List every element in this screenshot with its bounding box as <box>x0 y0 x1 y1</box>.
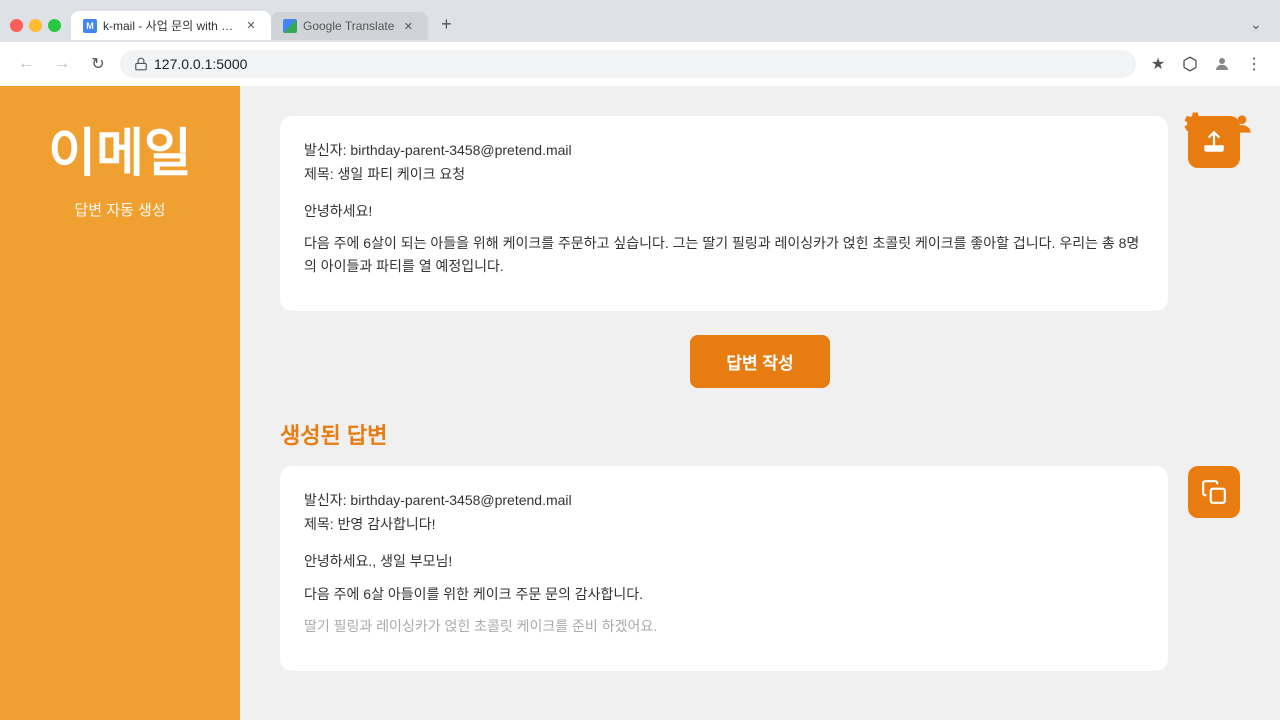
bookmark-button[interactable]: ★ <box>1144 50 1172 78</box>
close-window-button[interactable] <box>10 19 23 32</box>
address-text: 127.0.0.1:5000 <box>154 56 247 72</box>
copy-btn-wrapper <box>1188 466 1240 518</box>
browser-menu-button[interactable]: ⋮ <box>1240 50 1268 78</box>
title-bar: M k-mail - 사업 문의 with Google... ✕ Google… <box>0 0 1280 42</box>
main-content: 발신자: birthday-parent-3458@pretend.mail 제… <box>240 86 1280 720</box>
generated-section-title: 생성된 답변 <box>280 418 1240 450</box>
email-body: 안녕하세요! 다음 주에 6살이 되는 아들을 위해 케이크를 주문하고 싶습니… <box>304 200 1144 277</box>
google-translate-favicon <box>283 19 297 33</box>
address-actions: ★ ⋮ <box>1144 50 1268 78</box>
reply-greeting: 안녕하세요., 생일 부모님! <box>304 550 1144 572</box>
sidebar-subtitle: 답변 자동 생성 <box>74 199 165 220</box>
new-tab-button[interactable]: + <box>432 10 460 38</box>
top-right-icons <box>1178 106 1260 142</box>
generate-button[interactable]: 답변 작성 <box>690 335 829 388</box>
email-greeting: 안녕하세요! <box>304 200 1144 222</box>
tab-mail-title: k-mail - 사업 문의 with Google... <box>103 17 237 34</box>
email-sender-line: 발신자: birthday-parent-3458@pretend.mail <box>304 140 1144 160</box>
settings-button[interactable] <box>1178 106 1214 142</box>
reply-sender-line: 발신자: birthday-parent-3458@pretend.mail <box>304 490 1144 510</box>
user-profile-button[interactable] <box>1208 50 1236 78</box>
email-input-section: 발신자: birthday-parent-3458@pretend.mail 제… <box>280 116 1240 311</box>
tab-translate-close[interactable]: ✕ <box>400 18 416 34</box>
sidebar: 이메일 답변 자동 생성 <box>0 86 240 720</box>
forward-button[interactable]: → <box>48 50 76 78</box>
email-input-card: 발신자: birthday-parent-3458@pretend.mail 제… <box>280 116 1168 311</box>
reply-body: 안녕하세요., 생일 부모님! 다음 주에 6살 아들이를 위한 케이크 주문 … <box>304 550 1144 637</box>
reply-line1: 다음 주에 6살 아들이를 위한 케이크 주문 문의 감사합니다. <box>304 583 1144 605</box>
maximize-window-button[interactable] <box>48 19 61 32</box>
tab-translate-title: Google Translate <box>303 19 394 33</box>
address-bar-row: ← → ↻ 127.0.0.1:5000 ★ ⋮ <box>0 42 1280 86</box>
reload-button[interactable]: ↻ <box>84 50 112 78</box>
email-body-text: 다음 주에 6살이 되는 아들을 위해 케이크를 주문하고 싶습니다. 그는 딸… <box>304 232 1144 277</box>
copy-button[interactable] <box>1188 466 1240 518</box>
sidebar-title: 이메일 <box>48 126 192 183</box>
reply-subject-line: 제목: 반영 감사합니다! <box>304 514 1144 534</box>
browser-chrome: M k-mail - 사업 문의 with Google... ✕ Google… <box>0 0 1280 86</box>
tab-translate[interactable]: Google Translate ✕ <box>271 12 428 40</box>
lock-icon <box>134 57 148 71</box>
extensions-button[interactable] <box>1176 50 1204 78</box>
page-layout: 이메일 답변 자동 생성 발신자: birthday-parent-3458@p… <box>0 86 1280 720</box>
tab-mail-close[interactable]: ✕ <box>243 18 259 34</box>
generated-reply-section: 발신자: birthday-parent-3458@pretend.mail 제… <box>280 466 1240 671</box>
window-controls <box>10 19 61 32</box>
minimize-window-button[interactable] <box>29 19 42 32</box>
mail-favicon: M <box>83 19 97 33</box>
tab-mail[interactable]: M k-mail - 사업 문의 with Google... ✕ <box>71 11 271 40</box>
user-account-button[interactable] <box>1224 106 1260 142</box>
back-button[interactable]: ← <box>12 50 40 78</box>
tab-overflow-button[interactable]: ⌄ <box>1242 10 1270 38</box>
generated-reply-card: 발신자: birthday-parent-3458@pretend.mail 제… <box>280 466 1168 671</box>
email-subject-line: 제목: 생일 파티 케이크 요청 <box>304 164 1144 184</box>
reply-line2: 딸기 필링과 레이싱카가 얹힌 초콜릿 케이크를 준비 하겠어요. <box>304 615 1144 637</box>
tabs-bar: M k-mail - 사업 문의 with Google... ✕ Google… <box>71 10 1270 40</box>
address-field[interactable]: 127.0.0.1:5000 <box>120 50 1136 78</box>
